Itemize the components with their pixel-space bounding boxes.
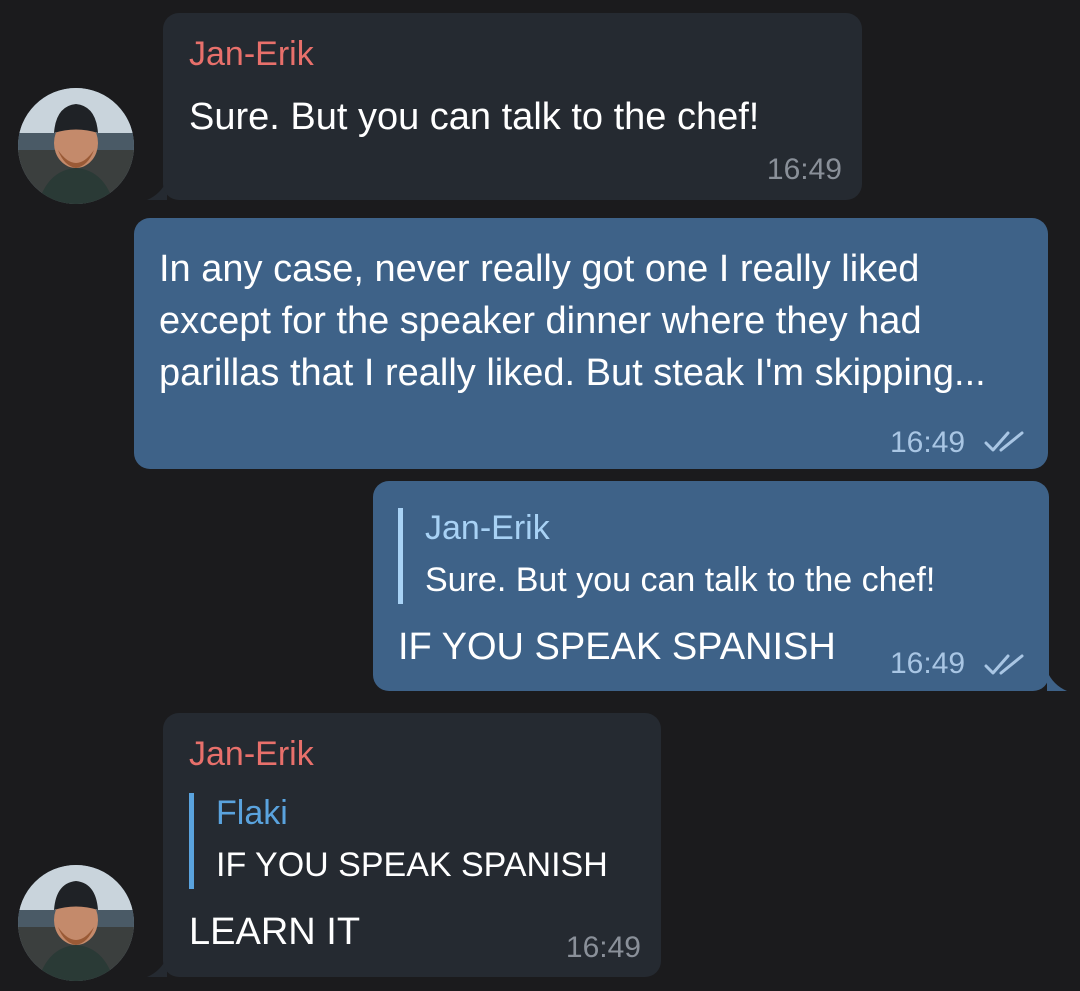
message-text: LEARN IT bbox=[189, 911, 361, 953]
reply-sender-name: Flaki bbox=[216, 794, 288, 832]
reply-quote[interactable]: Jan-Erik Sure. But you can talk to the c… bbox=[398, 508, 935, 604]
message-time: 16:49 bbox=[766, 153, 842, 186]
avatar-photo bbox=[18, 865, 134, 981]
message-bubble[interactable]: In any case, never really got one I real… bbox=[134, 218, 1048, 469]
bubble-tail bbox=[1047, 671, 1067, 691]
reply-sender-name: Jan-Erik bbox=[425, 509, 550, 547]
message-bubble[interactable]: Jan-Erik Sure. But you can talk to the c… bbox=[163, 13, 862, 200]
reply-text: Sure. But you can talk to the chef! bbox=[425, 561, 936, 599]
message-time: 16:49 bbox=[565, 931, 641, 964]
message-text: Sure. But you can talk to the chef! bbox=[189, 96, 760, 138]
avatar[interactable] bbox=[18, 865, 134, 981]
message-text: IF YOU SPEAK SPANISH bbox=[398, 626, 836, 668]
message-time: 16:49 bbox=[890, 647, 966, 680]
message-text: In any case, never really got one I real… bbox=[159, 248, 986, 394]
message-bubble[interactable]: Jan-Erik Flaki IF YOU SPEAK SPANISH LEAR… bbox=[163, 713, 661, 977]
reply-quote[interactable]: Flaki IF YOU SPEAK SPANISH bbox=[189, 793, 608, 889]
message-time: 16:49 bbox=[890, 426, 966, 459]
sender-name[interactable]: Jan-Erik bbox=[189, 735, 314, 774]
sender-name[interactable]: Jan-Erik bbox=[189, 35, 314, 74]
avatar-photo bbox=[18, 88, 134, 204]
double-check-icon bbox=[984, 431, 1024, 452]
avatar[interactable] bbox=[18, 88, 134, 204]
message-bubble[interactable]: Jan-Erik Sure. But you can talk to the c… bbox=[373, 481, 1049, 691]
double-check-icon bbox=[984, 654, 1024, 675]
reply-text: IF YOU SPEAK SPANISH bbox=[216, 846, 608, 884]
